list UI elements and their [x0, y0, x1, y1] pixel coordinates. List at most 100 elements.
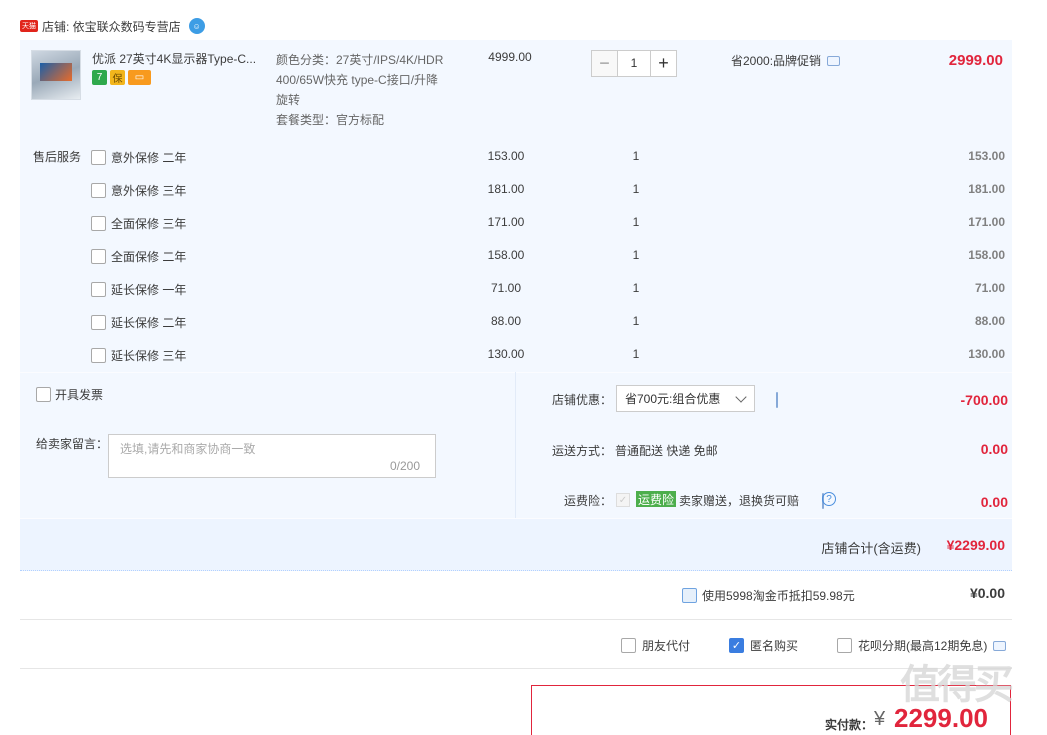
service-price: 153.00	[487, 149, 525, 163]
shop-name-link[interactable]: 店铺: 依宝联众数码专营店	[42, 18, 181, 35]
friend-pay-checkbox[interactable]	[621, 638, 636, 653]
sku-color: 颜色分类：27英寸/IPS/4K/HDR	[276, 53, 444, 67]
shipping-label: 运送方式：	[551, 444, 612, 458]
coin-checkbox[interactable]	[682, 588, 697, 603]
service-name: 延长保修 二年	[111, 316, 187, 330]
guarantee-icon[interactable]: 保	[110, 70, 125, 85]
service-name: 延长保修 一年	[111, 283, 187, 297]
divider-2	[20, 668, 1012, 669]
comment-icon[interactable]	[827, 55, 841, 66]
service-price: 158.00	[487, 248, 525, 262]
shop-total-label: 店铺合计(含运费)	[821, 541, 921, 556]
panel-divider	[515, 372, 516, 518]
sku-package: 套餐类型：官方标配	[276, 113, 385, 127]
coin-option[interactable]: 使用5998淘金币抵扣59.98元	[682, 587, 855, 604]
coin-label: 使用5998淘金币抵扣59.98元	[702, 589, 855, 603]
shipping-method: 普通配送 快递 免邮	[615, 444, 718, 458]
service-subtotal: 158.00	[968, 248, 1005, 262]
watermark: 值得买	[900, 663, 1014, 707]
decrease-button[interactable]: −	[591, 50, 618, 77]
insurance-checkbox: ✓	[616, 493, 630, 507]
service-subtotal: 130.00	[968, 347, 1005, 361]
service-price: 130.00	[487, 347, 525, 361]
service-qty: 1	[632, 182, 640, 196]
coupon-label: 店铺优惠：	[551, 393, 612, 407]
service-checkbox[interactable]	[91, 282, 106, 297]
shop-header: 天猫 店铺: 依宝联众数码专营店 ☺	[20, 16, 205, 36]
service-checkbox[interactable]	[91, 216, 106, 231]
seven-day-return-icon[interactable]: 7	[92, 70, 107, 85]
service-checkbox[interactable]	[91, 315, 106, 330]
message-placeholder: 选填,请先和商家协商一致	[120, 442, 256, 456]
service-checkbox[interactable]	[91, 348, 106, 363]
after-sales-label: 售后服务	[33, 150, 82, 164]
service-price: 71.00	[490, 281, 522, 295]
payment-label: 实付款：	[825, 718, 874, 732]
message-count: 0/200	[390, 459, 421, 473]
product-badges: 7 保 ▭	[92, 70, 151, 85]
service-row: 全面保修 三年 171.00 1 171.00	[91, 214, 1011, 234]
coupon-value: -700.00	[960, 392, 1008, 408]
service-qty: 1	[632, 314, 640, 328]
service-name: 全面保修 二年	[111, 250, 187, 264]
coupon-comment-icon[interactable]	[776, 392, 778, 408]
service-row: 延长保修 一年 71.00 1 71.00	[91, 280, 1011, 300]
service-name: 延长保修 三年	[111, 349, 187, 363]
anonymous-checkbox[interactable]: ✓	[729, 638, 744, 653]
quantity-input[interactable]: 1	[618, 50, 650, 77]
quantity-stepper: − 1 +	[591, 50, 677, 77]
service-qty: 1	[632, 248, 640, 262]
insurance-label: 运费险：	[563, 494, 612, 508]
coin-value: ¥0.00	[969, 585, 1005, 601]
chevron-down-icon	[735, 391, 747, 403]
invoice-option[interactable]: 开具发票	[36, 386, 103, 403]
service-row: 意外保修 三年 181.00 1 181.00	[91, 181, 1011, 201]
service-name: 意外保修 二年	[111, 151, 187, 165]
item-subtotal: 2999.00	[948, 52, 1003, 69]
invoice-checkbox[interactable]	[36, 387, 51, 402]
service-subtotal: 171.00	[968, 215, 1005, 229]
huabei-checkbox[interactable]	[837, 638, 852, 653]
service-price: 171.00	[487, 215, 525, 229]
shop-total-value: ¥2299.00	[946, 537, 1005, 553]
message-label: 给卖家留言：	[36, 437, 109, 451]
service-price: 88.00	[490, 314, 522, 328]
insurance-tag: 运费险	[636, 491, 677, 507]
sku-color-cont2: 旋转	[276, 93, 301, 107]
card-payment-icon[interactable]: ▭	[128, 70, 151, 85]
sku-color-cont: 400/65W快充 type-C接口/升降	[276, 73, 439, 87]
service-name: 全面保修 三年	[111, 217, 187, 231]
anonymous-option[interactable]: ✓ 匿名购买	[729, 637, 798, 654]
service-subtotal: 71.00	[974, 281, 1005, 295]
invoice-label: 开具发票	[55, 388, 104, 402]
service-row: 延长保修 二年 88.00 1 88.00	[91, 313, 1011, 333]
help-icon[interactable]: ?	[822, 492, 836, 506]
service-subtotal: 181.00	[968, 182, 1005, 196]
payment-currency: ¥	[874, 708, 886, 730]
service-subtotal: 153.00	[968, 149, 1005, 163]
anonymous-label: 匿名购买	[750, 639, 799, 653]
tmall-badge: 天猫	[20, 20, 38, 32]
service-row: 全面保修 二年 158.00 1 158.00	[91, 247, 1011, 267]
coupon-selected: 省700元:组合优惠	[625, 392, 721, 406]
service-qty: 1	[632, 281, 640, 295]
friend-pay-label: 朋友代付	[642, 639, 691, 653]
service-qty: 1	[632, 347, 640, 361]
increase-button[interactable]: +	[650, 50, 677, 77]
service-subtotal: 88.00	[974, 314, 1005, 328]
promo-text: 省2000:品牌促销	[731, 54, 822, 68]
service-row: 意外保修 二年 153.00 1 153.00	[91, 148, 1011, 168]
service-row: 延长保修 三年 130.00 1 130.00	[91, 346, 1011, 366]
wangwang-chat-icon[interactable]: ☺	[188, 18, 205, 34]
product-title-link[interactable]: 优派 27英寸4K显示器Type-C...	[92, 50, 267, 67]
friend-pay-option[interactable]: 朋友代付	[621, 637, 690, 654]
huabei-comment-icon[interactable]	[993, 640, 1007, 651]
insurance-text: 卖家赠送，退换货可赔	[679, 494, 800, 508]
coupon-select[interactable]: 省700元:组合优惠	[616, 385, 755, 412]
product-thumbnail[interactable]	[31, 50, 81, 100]
insurance-value: 0.00	[980, 494, 1008, 510]
product-sku: 颜色分类：27英寸/IPS/4K/HDR 400/65W快充 type-C接口/…	[276, 50, 466, 130]
service-checkbox[interactable]	[91, 183, 106, 198]
service-checkbox[interactable]	[91, 150, 106, 165]
service-checkbox[interactable]	[91, 249, 106, 264]
